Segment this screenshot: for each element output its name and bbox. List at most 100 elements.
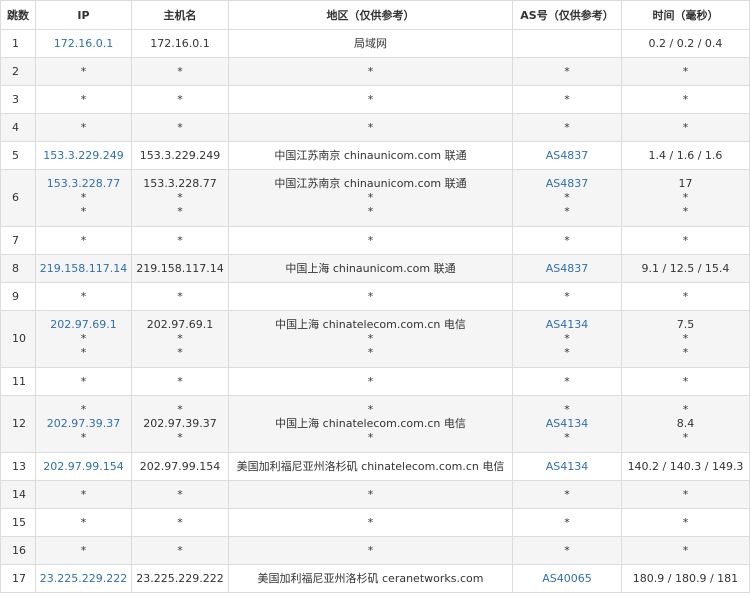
table-row: 8 219.158.117.14 219.158.117.14 中国上海 chinau… — [0, 254, 750, 283]
hostname-cell: * — [131, 536, 229, 565]
hop-number: 13 — [0, 452, 36, 481]
hop-number: 10 — [0, 310, 36, 368]
ip-value: * — [80, 403, 87, 416]
as-value: * — [564, 233, 570, 247]
host-value: * — [177, 64, 183, 78]
ip-value: * — [80, 289, 87, 303]
ip-cell: * — [35, 57, 132, 86]
hop-number: 16 — [0, 536, 36, 565]
region-cell: * — [228, 367, 513, 396]
table-row: 10 202.97.69.1 * * 202.97.69.1 * * 中国上海 chinate… — [0, 310, 750, 368]
as-link[interactable]: AS4134 — [513, 318, 621, 332]
traceroute-rows: 1 172.16.0.1 172.16.0.1 局域网 0.2 / 0.2 / 0.4 2… — [0, 29, 750, 593]
as-link[interactable]: AS4837 — [513, 262, 621, 276]
as-value: * — [564, 332, 570, 345]
ip-cell: * — [35, 508, 132, 537]
as-cell: AS4134 — [512, 452, 622, 481]
as-link[interactable]: AS40065 — [513, 572, 621, 586]
ip-value: * — [80, 120, 87, 134]
region-cell: 美国加利福尼亚州洛杉矶 chinatelecom.com.cn 电信 — [228, 452, 513, 481]
time-cell: * — [621, 57, 750, 86]
time-value: * — [682, 64, 689, 78]
host-value: 153.3.229.249 — [139, 148, 221, 162]
time-value: * — [682, 346, 689, 359]
ip-link[interactable]: 153.3.229.249 — [36, 149, 131, 163]
ip-value: * — [80, 487, 87, 501]
hop-number: 5 — [0, 141, 36, 170]
ip-value: * — [80, 64, 87, 78]
host-value: 202.97.39.37 — [143, 417, 217, 430]
hostname-cell: 23.225.229.222 — [131, 564, 229, 593]
ip-value: * — [80, 543, 87, 557]
time-value: 17 — [678, 177, 693, 190]
ip-cell: 202.97.99.154 — [35, 452, 132, 481]
as-link[interactable]: AS4134 — [513, 460, 621, 474]
host-value: * — [177, 403, 183, 416]
time-value: * — [682, 543, 689, 557]
hostname-cell: * — [131, 57, 229, 86]
host-value: 202.97.99.154 — [139, 459, 221, 473]
ip-link[interactable]: 202.97.99.154 — [36, 460, 131, 474]
ip-link[interactable]: 172.16.0.1 — [36, 37, 131, 51]
as-cell — [512, 29, 622, 58]
hostname-cell: 153.3.229.249 — [131, 141, 229, 170]
region-cell: * — [228, 113, 513, 142]
region-value: * — [367, 346, 374, 359]
host-value: * — [177, 487, 183, 501]
time-value: 180.9 / 180.9 / 181 — [632, 571, 739, 585]
host-value: 153.3.228.77 — [143, 177, 217, 190]
ip-link[interactable]: 153.3.228.77 — [36, 177, 131, 191]
ip-link[interactable]: 219.158.117.14 — [36, 262, 131, 276]
as-cell: * — [512, 282, 622, 311]
time-cell: 140.2 / 140.3 / 149.3 — [621, 452, 750, 481]
as-link[interactable]: AS4837 — [513, 177, 621, 191]
ip-link[interactable]: 202.97.69.1 — [36, 318, 131, 332]
region-value: * — [367, 191, 374, 204]
ip-cell: * — [35, 85, 132, 114]
ip-value: * — [80, 205, 87, 218]
as-value: * — [564, 191, 570, 204]
region-value: * — [367, 92, 374, 106]
host-value: * — [177, 233, 183, 247]
as-link[interactable]: AS4837 — [513, 149, 621, 163]
as-value: * — [564, 92, 570, 106]
time-value: * — [682, 403, 689, 416]
region-value: * — [367, 515, 374, 529]
region-value: * — [367, 543, 374, 557]
table-row: 2 * * * * * — [0, 57, 750, 86]
table-row: 12 * 202.97.39.37 * * 202.97.39.37 * * 中国上海 chin… — [0, 395, 750, 453]
region-value: * — [367, 431, 374, 444]
time-value: 140.2 / 140.3 / 149.3 — [627, 459, 744, 473]
ip-cell: * — [35, 282, 132, 311]
region-value: * — [367, 332, 374, 345]
time-value: * — [682, 233, 689, 247]
time-cell: 0.2 / 0.2 / 0.4 — [621, 29, 750, 58]
ip-link[interactable]: 23.225.229.222 — [36, 572, 131, 586]
region-cell: * — [228, 57, 513, 86]
table-header-row: 跳数 IP 主机名 地区（仅供参考） AS号（仅供参考） 时间（毫秒） — [0, 0, 750, 30]
as-link[interactable]: AS4134 — [513, 417, 621, 431]
time-cell: * — [621, 508, 750, 537]
ip-link[interactable]: 202.97.39.37 — [36, 417, 131, 431]
table-row: 4 * * * * * — [0, 113, 750, 142]
host-value: 202.97.69.1 — [146, 318, 214, 331]
region-value: 中国江苏南京 chinaunicom.com 联通 — [274, 148, 467, 162]
region-value: * — [367, 487, 374, 501]
time-value: * — [682, 92, 689, 106]
ip-value: * — [80, 515, 87, 529]
hostname-cell: * — [131, 85, 229, 114]
as-cell: AS4837 — [512, 141, 622, 170]
time-value: * — [682, 191, 689, 204]
as-value: * — [564, 374, 570, 388]
as-value: * — [564, 431, 570, 444]
table-row: 17 23.225.229.222 23.225.229.222 美国加利福尼亚州洛杉… — [0, 564, 750, 593]
as-cell: AS4134 * * — [512, 310, 622, 368]
region-value: 局域网 — [354, 36, 387, 50]
region-value: 美国加利福尼亚州洛杉矶 ceranetworks.com — [257, 571, 484, 585]
time-cell: * — [621, 226, 750, 255]
hostname-cell: 202.97.99.154 — [131, 452, 229, 481]
hostname-cell: 219.158.117.14 — [131, 254, 229, 283]
hop-number: 6 — [0, 169, 36, 227]
region-value: 美国加利福尼亚州洛杉矶 chinatelecom.com.cn 电信 — [236, 459, 505, 473]
as-value: * — [564, 487, 570, 501]
